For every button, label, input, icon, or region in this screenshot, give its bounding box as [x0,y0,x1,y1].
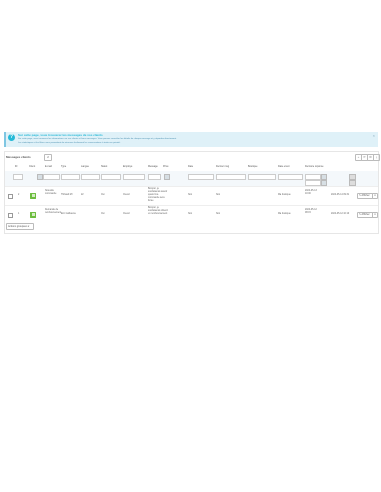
col-email[interactable]: E-mail [45,165,52,168]
col-employee[interactable]: Employé [123,165,132,168]
view-button[interactable]: ✎ Afficher [357,193,373,199]
filter-id-input[interactable] [13,174,23,180]
col-status[interactable]: Statut [101,165,107,168]
client-thumbnail [30,192,36,199]
filter-message-input[interactable] [148,174,161,180]
panel-title: Messages clients [6,155,31,159]
row-status: Ouvert [123,213,130,215]
close-icon[interactable]: × [373,133,375,138]
filter-employee-input[interactable] [123,174,145,180]
row-type: Nouvelle commande [45,190,57,195]
row-checkbox[interactable] [8,194,13,199]
row-c1: Oui [101,213,105,215]
col-private[interactable]: Privé [163,165,168,168]
alert-line: Les statistiques et les filtres vous per… [18,141,121,144]
info-alert: ? Sur cette page, vous trouverez les mes… [4,132,378,147]
col-last-reply[interactable]: Dernière réponse [305,165,323,168]
count-badge: 2 [44,154,52,161]
row-type: Demande de remboursement [45,209,62,214]
row-shop: Ma boutique [278,194,291,196]
row-last: 2024-05-14 09:31 [331,194,350,196]
row-status: Ouvert [123,194,130,196]
filter-status-input[interactable] [101,174,121,180]
chevron-down-icon[interactable]: ▾ [372,193,378,199]
filter-row [5,171,378,186]
row-c2: Non [188,213,193,215]
panel-header: Messages clients 2 + ⟳ ⚙ ⤓ [5,152,380,162]
col-client[interactable]: Client [29,165,35,168]
filter-language-input[interactable] [81,174,100,180]
col-shop[interactable]: Boutique [248,165,257,168]
row-c2: Non [188,194,193,196]
filter-email-input[interactable] [43,174,60,180]
table-row[interactable]: 2 Nouvelle commande Thibault MI 22 Oui O… [5,186,378,206]
row-id: 1 [18,213,20,215]
bulk-actions-button[interactable]: Actions groupées ▾ [6,223,34,230]
col-last-message[interactable]: Dernier msg [216,165,229,168]
col-type[interactable]: Type [61,165,66,168]
col-message[interactable]: Message [148,165,158,168]
alert-title: Sur cette page, vous trouverez les messa… [18,133,103,137]
alert-line: Sur cette page, vous trouverez les infor… [18,138,177,140]
row-id: 2 [18,194,20,196]
row-c3: Non [216,213,221,215]
col-language[interactable]: Langue [81,165,89,168]
row-c1: Oui [101,194,105,196]
client-thumbnail [30,211,36,218]
filter-date-input[interactable] [188,174,214,180]
row-date: 2024-05-13 10:00 [305,190,317,195]
col-date-sent[interactable]: Date envoi [278,165,289,168]
row-c3: Non [216,194,221,196]
filter-last-message-input[interactable] [216,174,246,180]
filter-date-sent-input[interactable] [278,174,303,180]
row-message: Bonjour, je souhaiterais savoir quand ma… [148,188,168,202]
row-name: Eric Guillaume [61,213,76,215]
row-checkbox[interactable] [8,213,13,218]
chevron-down-icon[interactable]: ▾ [372,212,378,218]
col-date[interactable]: Date [188,165,193,168]
row-last: 2024-05-12 10:10 [331,213,350,215]
row-name: Thibault MI [61,194,73,196]
row-shop: Ma boutique [278,213,291,215]
help-icon: ? [8,134,15,141]
col-id[interactable]: ID [15,165,17,168]
filter-shop-input[interactable] [248,174,276,180]
page: ? Sur cette page, vous trouverez les mes… [0,0,381,492]
row-date: 2024-05-12 08:15 [305,209,317,214]
messages-panel: Messages clients 2 + ⟳ ⚙ ⤓ ID Client E-m… [4,151,380,234]
export-icon[interactable]: ⤓ [373,154,380,161]
table-header: ID Client E-mail Type Langue Statut Empl… [5,164,378,170]
table-row[interactable]: 1 Demande de remboursement Eric Guillaum… [5,205,378,225]
view-button[interactable]: ✎ Afficher [357,212,373,218]
row-message: Bonjour, je souhaiterais obtenir un remb… [148,207,169,215]
row-field: 22 [81,194,84,196]
filter-private-select[interactable] [164,174,170,180]
filter-type-input[interactable] [61,174,80,180]
